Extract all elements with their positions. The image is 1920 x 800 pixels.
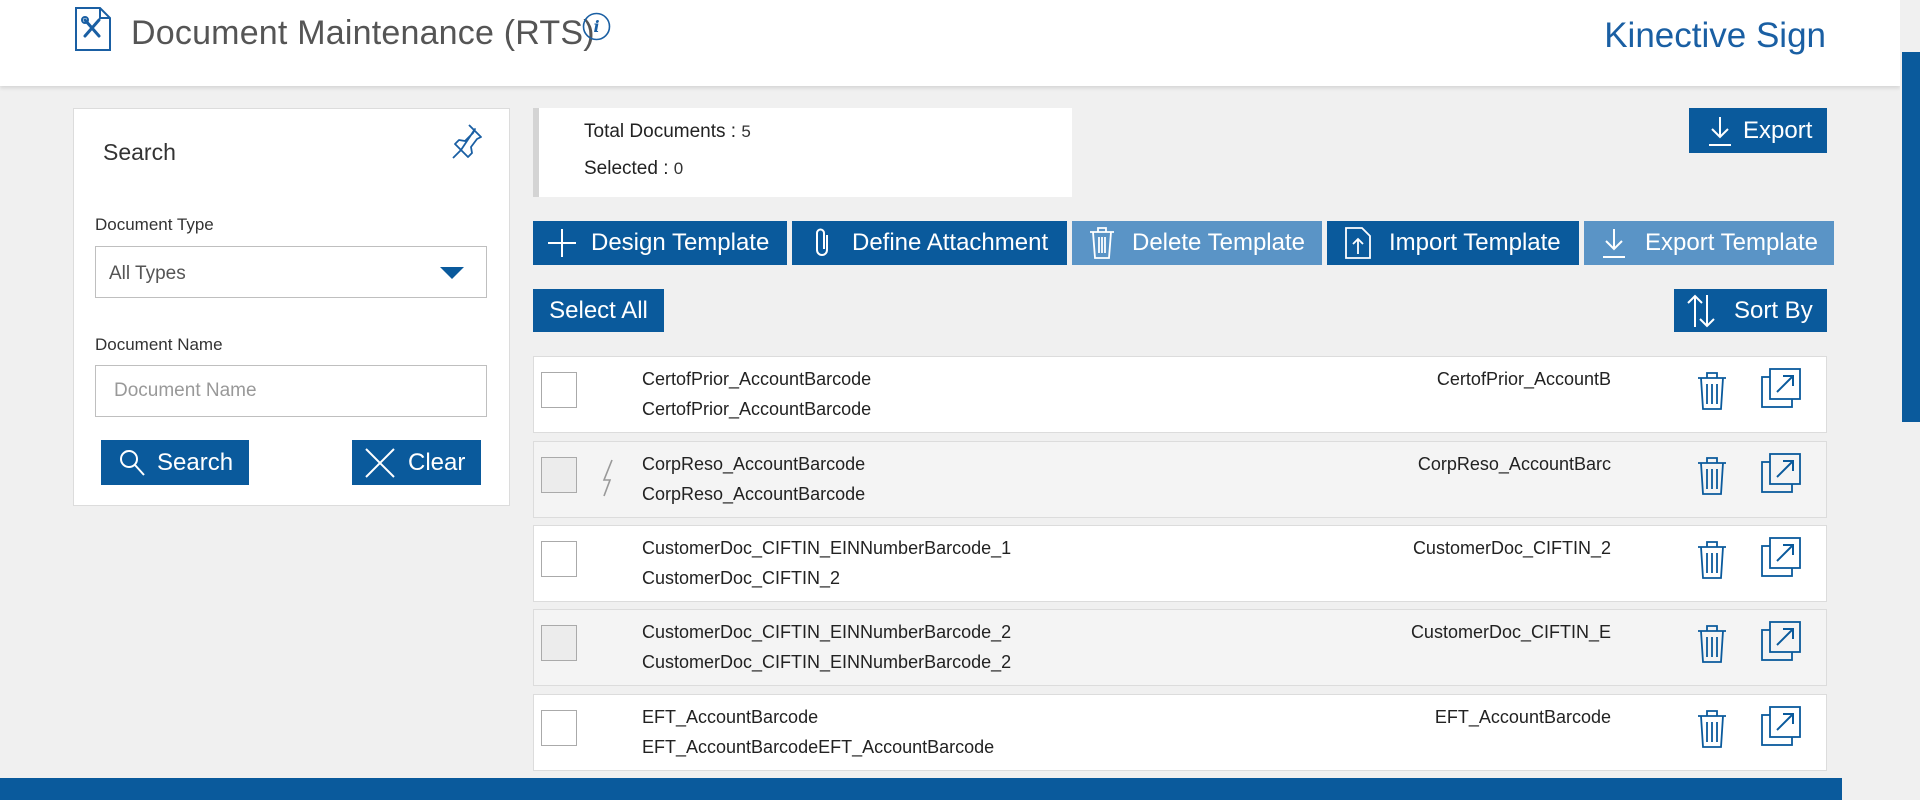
- document-count-summary: Total Documents : 5 Selected : 0: [533, 108, 1072, 197]
- export-template-button[interactable]: Export Template: [1584, 221, 1834, 265]
- trash-icon: [1090, 227, 1114, 259]
- page-title: Document Maintenance (RTS): [131, 14, 595, 52]
- table-row[interactable]: CertofPrior_AccountBarcode CertofPrior_A…: [533, 356, 1827, 433]
- table-row[interactable]: CorpReso_AccountBarcode CorpReso_Account…: [533, 441, 1827, 518]
- delete-template-button[interactable]: Delete Template: [1072, 221, 1322, 265]
- sort-icon: [1687, 294, 1715, 327]
- document-name: CustomerDoc_CIFTIN_EINNumberBarcode_2: [642, 622, 1012, 642]
- download-icon: [1603, 229, 1625, 258]
- document-type-select[interactable]: All Types: [95, 246, 487, 298]
- document-description: CustomerDoc_CIFTIN_EINNumberBarcode_2: [642, 652, 1012, 672]
- delete-template-label: Delete Template: [1132, 229, 1305, 256]
- define-attachment-button[interactable]: Define Attachment: [792, 221, 1067, 265]
- popout-icon[interactable]: [1760, 536, 1803, 578]
- document-description: EFT_AccountBarcodeEFT_AccountBarcode: [642, 737, 995, 757]
- paperclip-icon: [816, 228, 828, 256]
- page-scrollbar[interactable]: [1900, 0, 1920, 800]
- selected-value: 0: [673, 159, 684, 178]
- document-name: CorpReso_AccountBarcode: [642, 454, 866, 474]
- plus-icon: [548, 229, 576, 257]
- define-attachment-label: Define Attachment: [852, 229, 1049, 256]
- row-checkbox[interactable]: [541, 457, 577, 493]
- document-name: CertofPrior_AccountBarcode: [642, 369, 872, 389]
- scrollbar-thumb[interactable]: [1902, 52, 1920, 422]
- document-code: CustomerDoc_CIFTIN_2: [1412, 538, 1611, 558]
- app-header: Document Maintenance (RTS) i Kinective S…: [0, 0, 1900, 86]
- selected-label: Selected :: [584, 158, 674, 179]
- search-button[interactable]: Search: [101, 440, 249, 485]
- document-type-value: All Types: [109, 263, 186, 284]
- row-checkbox[interactable]: [541, 372, 577, 408]
- total-documents-label: Total Documents :: [584, 121, 742, 142]
- document-code: CorpReso_AccountBarc: [1417, 454, 1611, 474]
- sort-by-button[interactable]: Sort By: [1674, 289, 1827, 332]
- clear-button[interactable]: Clear: [352, 440, 481, 485]
- document-code: EFT_AccountBarcode: [1434, 707, 1611, 727]
- document-tools-icon: [75, 7, 111, 51]
- document-name: EFT_AccountBarcode: [642, 707, 819, 727]
- trash-icon[interactable]: [1696, 456, 1728, 496]
- document-name: CustomerDoc_CIFTIN_EINNumberBarcode_1: [642, 538, 1012, 558]
- download-icon: [1709, 116, 1731, 146]
- row-checkbox[interactable]: [541, 710, 577, 746]
- trash-icon[interactable]: [1696, 540, 1728, 580]
- popout-icon[interactable]: [1760, 367, 1803, 409]
- search-panel: Search Document Type All Types Document …: [73, 108, 510, 506]
- table-row[interactable]: EFT_AccountBarcode EFT_AccountBarcodeEFT…: [533, 694, 1827, 771]
- design-template-button[interactable]: Design Template: [533, 221, 787, 265]
- brand-logo: Kinective Sign: [1604, 16, 1826, 55]
- document-description: CustomerDoc_CIFTIN_2: [642, 568, 841, 588]
- trash-icon[interactable]: [1696, 624, 1728, 664]
- table-row[interactable]: CustomerDoc_CIFTIN_EINNumberBarcode_1 Cu…: [533, 525, 1827, 602]
- close-icon: [365, 447, 395, 478]
- document-code: CertofPrior_AccountB: [1436, 369, 1611, 389]
- pin-icon[interactable]: [447, 119, 487, 163]
- search-panel-title: Search: [103, 139, 176, 165]
- trash-icon[interactable]: [1696, 709, 1728, 749]
- trash-icon[interactable]: [1696, 371, 1728, 411]
- document-type-label: Document Type: [95, 215, 214, 234]
- info-icon[interactable]: i: [582, 12, 611, 41]
- row-checkbox[interactable]: [541, 625, 577, 661]
- export-template-label: Export Template: [1645, 229, 1818, 256]
- popout-icon[interactable]: [1760, 452, 1803, 494]
- selected-documents: Selected : 0: [584, 158, 683, 180]
- footer-bar: [0, 778, 1842, 800]
- document-description: CertofPrior_AccountBarcode: [642, 399, 872, 419]
- popout-icon[interactable]: [1760, 705, 1803, 747]
- design-template-label: Design Template: [591, 229, 770, 256]
- export-button-label: Export: [1743, 116, 1813, 144]
- document-name-label: Document Name: [95, 335, 223, 354]
- import-template-label: Import Template: [1389, 229, 1561, 256]
- table-row[interactable]: CustomerDoc_CIFTIN_EINNumberBarcode_2 Cu…: [533, 609, 1827, 686]
- select-all-button[interactable]: Select All: [533, 289, 664, 332]
- upload-icon: [1345, 227, 1371, 259]
- lightning-icon: [602, 459, 613, 497]
- document-code: CustomerDoc_CIFTIN_E: [1410, 622, 1611, 642]
- export-button[interactable]: Export: [1689, 108, 1827, 153]
- select-all-label: Select All: [549, 296, 648, 324]
- import-template-button[interactable]: Import Template: [1327, 221, 1579, 265]
- document-description: CorpReso_AccountBarcode: [642, 484, 866, 504]
- document-name-input[interactable]: [95, 365, 487, 417]
- clear-button-label: Clear: [408, 448, 466, 476]
- popout-icon[interactable]: [1760, 620, 1803, 662]
- search-icon: [120, 449, 145, 476]
- row-checkbox[interactable]: [541, 541, 577, 577]
- sort-by-label: Sort By: [1734, 296, 1813, 324]
- search-button-label: Search: [157, 448, 234, 476]
- svg-text:i: i: [593, 17, 599, 36]
- chevron-down-icon: [440, 267, 464, 279]
- total-documents: Total Documents : 5: [584, 121, 751, 143]
- total-documents-value: 5: [741, 122, 751, 141]
